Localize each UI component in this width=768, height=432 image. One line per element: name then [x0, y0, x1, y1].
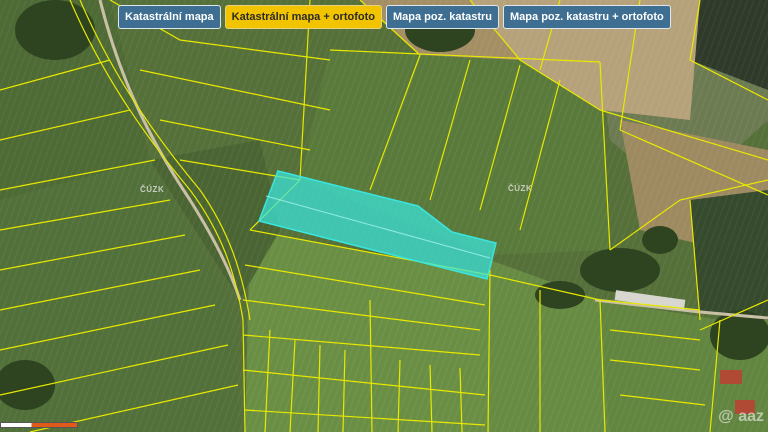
- map-label-cuzk-left: ČÚZK: [140, 185, 165, 194]
- cadastral-map[interactable]: [0, 0, 768, 432]
- tab-mapa-poz-katastru-ortofoto[interactable]: Mapa poz. katastru + ortofoto: [503, 5, 671, 29]
- tab-mapa-poz-katastru[interactable]: Mapa poz. katastru: [385, 5, 500, 29]
- tab-katastralni-mapa-ortofoto[interactable]: Katastrální mapa + ortofoto: [224, 5, 382, 29]
- map-label-cuzk-center: ČÚZK: [508, 184, 533, 193]
- map-type-tabs: Katastrální mapa Katastrální mapa + orto…: [118, 5, 671, 29]
- scale-bar: [0, 422, 78, 428]
- tab-katastralni-mapa[interactable]: Katastrální mapa: [118, 5, 221, 29]
- watermark: @ aaz: [718, 408, 764, 425]
